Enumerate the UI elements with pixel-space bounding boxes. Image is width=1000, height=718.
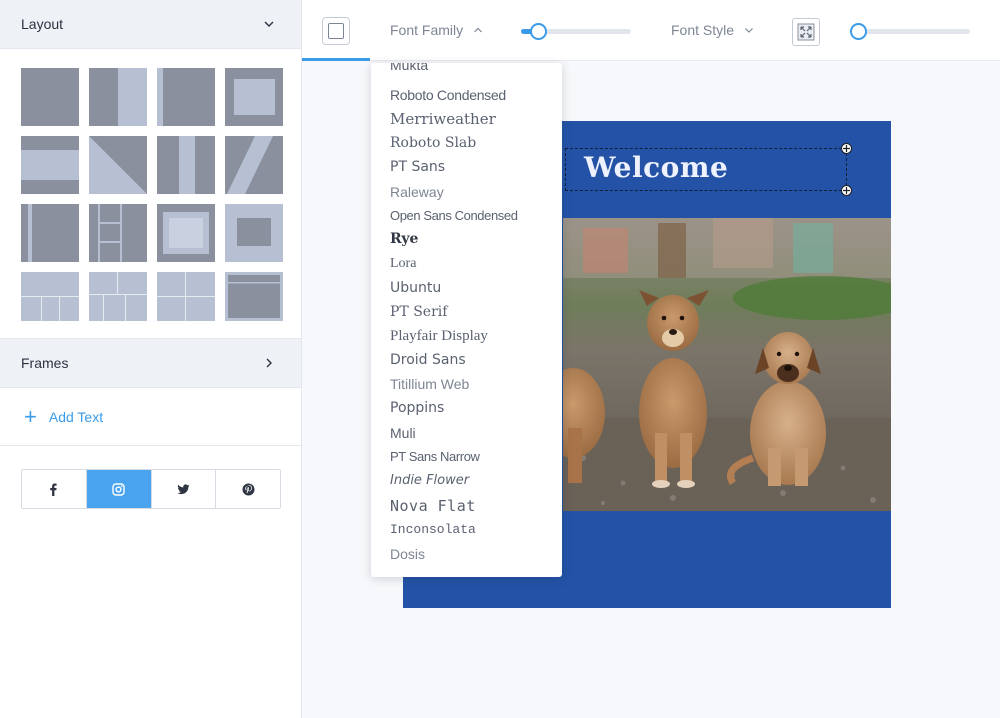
social-share-group (21, 469, 281, 509)
font-option-titillium-web[interactable]: Titillium Web (390, 376, 469, 392)
font-option-lora[interactable]: Lora (390, 256, 416, 272)
layout-section-title: Layout (21, 16, 64, 32)
facebook-button[interactable] (22, 470, 87, 508)
font-option-droid-sans[interactable]: Droid Sans (390, 352, 466, 368)
chevron-down-icon (264, 21, 274, 27)
sidebar: Layout Frames + Add Text (0, 0, 302, 718)
font-option-poppins[interactable]: Poppins (390, 400, 444, 416)
add-text-label: Add Text (48, 408, 104, 425)
text-spacing-slider-handle[interactable] (850, 23, 867, 40)
chevron-right-icon (266, 358, 272, 368)
chevron-down-icon (745, 28, 753, 33)
layout-options (0, 49, 301, 339)
headline-text[interactable]: Welcome (584, 151, 728, 184)
font-option-dosis[interactable]: Dosis (390, 546, 425, 562)
layout-option-diagonal[interactable] (89, 136, 147, 194)
font-option-open-sans-condensed[interactable]: Open Sans Condensed (390, 208, 518, 223)
font-option-nova-flat[interactable]: Nova Flat (390, 497, 476, 515)
font-option-playfair-display[interactable]: Playfair Display (390, 328, 488, 345)
font-family-label: Font Family (390, 22, 464, 38)
headline-text-box[interactable]: Welcome (565, 143, 852, 196)
font-family-menu: Mukta Roboto Condensed Merriweather Robo… (371, 63, 562, 577)
layout-option-center-box[interactable] (225, 204, 283, 262)
font-size-slider[interactable] (521, 23, 631, 40)
layout-option-grid-four[interactable] (157, 272, 215, 321)
font-option-inconsolata[interactable]: Inconsolata (390, 522, 476, 537)
font-option-muli[interactable]: Muli (390, 425, 416, 441)
text-spacing-slider[interactable] (850, 23, 970, 40)
puppies-image (563, 218, 891, 511)
font-size-slider-handle[interactable] (530, 23, 547, 40)
layout-option-framed[interactable] (157, 204, 215, 262)
instagram-button[interactable] (86, 470, 152, 508)
resize-handle-icon[interactable] (841, 185, 852, 196)
frames-section-header[interactable]: Frames (0, 339, 301, 388)
instagram-icon (112, 482, 125, 496)
font-style-dropdown[interactable]: Font Style (671, 22, 754, 38)
plus-icon: + (24, 403, 37, 429)
layout-option-slant[interactable] (225, 136, 283, 194)
rotate-handle-icon[interactable] (841, 143, 852, 154)
square-icon (328, 23, 344, 39)
frames-section-title: Frames (21, 355, 69, 371)
editor-toolbar: Font Family Font Style (302, 0, 1000, 61)
pinterest-button[interactable] (216, 470, 280, 508)
layout-option-grid-collage[interactable] (89, 272, 147, 321)
layout-option-band[interactable] (21, 136, 79, 194)
layout-option-inset[interactable] (225, 68, 283, 126)
layout-option-grid-three[interactable] (21, 272, 79, 321)
add-text-button[interactable]: + Add Text (0, 388, 301, 446)
font-option-raleway[interactable]: Raleway (390, 184, 444, 200)
font-option-merriweather[interactable]: Merriweather (390, 110, 496, 128)
font-option-rye[interactable]: Rye (390, 231, 418, 247)
font-option-roboto-slab[interactable]: Roboto Slab (390, 135, 476, 151)
layout-option-single[interactable] (21, 68, 79, 126)
layout-option-split-vertical[interactable] (89, 68, 147, 126)
pinterest-icon (242, 483, 255, 495)
layout-option-left-strip[interactable] (21, 204, 79, 262)
font-option-indie-flower[interactable]: Indie Flower (390, 473, 469, 488)
font-option-pt-sans-narrow[interactable]: PT Sans Narrow (390, 449, 480, 464)
font-option-mukta[interactable]: Mukta (390, 63, 428, 73)
font-option-roboto-condensed[interactable]: Roboto Condensed (390, 87, 506, 103)
expand-icon (797, 23, 815, 41)
layout-section-header[interactable]: Layout (0, 0, 301, 49)
chevron-up-icon (474, 27, 483, 33)
twitter-button[interactable] (152, 470, 217, 508)
layout-option-split-right-strip[interactable] (157, 68, 215, 126)
font-option-ubuntu[interactable]: Ubuntu (390, 280, 441, 296)
frame-toggle-button[interactable] (322, 17, 350, 45)
facebook-icon (50, 483, 57, 496)
font-option-pt-sans[interactable]: PT Sans (390, 159, 445, 175)
puppies-photo[interactable] (563, 218, 891, 511)
font-style-label: Font Style (671, 22, 735, 38)
layout-option-window[interactable] (225, 272, 283, 321)
layout-option-mosaic[interactable] (89, 204, 147, 262)
font-option-pt-serif[interactable]: PT Serif (390, 304, 447, 320)
twitter-icon (177, 483, 190, 494)
layout-option-center-column[interactable] (157, 136, 215, 194)
font-family-dropdown[interactable]: Font Family (390, 22, 483, 38)
fit-to-frame-button[interactable] (792, 18, 820, 46)
